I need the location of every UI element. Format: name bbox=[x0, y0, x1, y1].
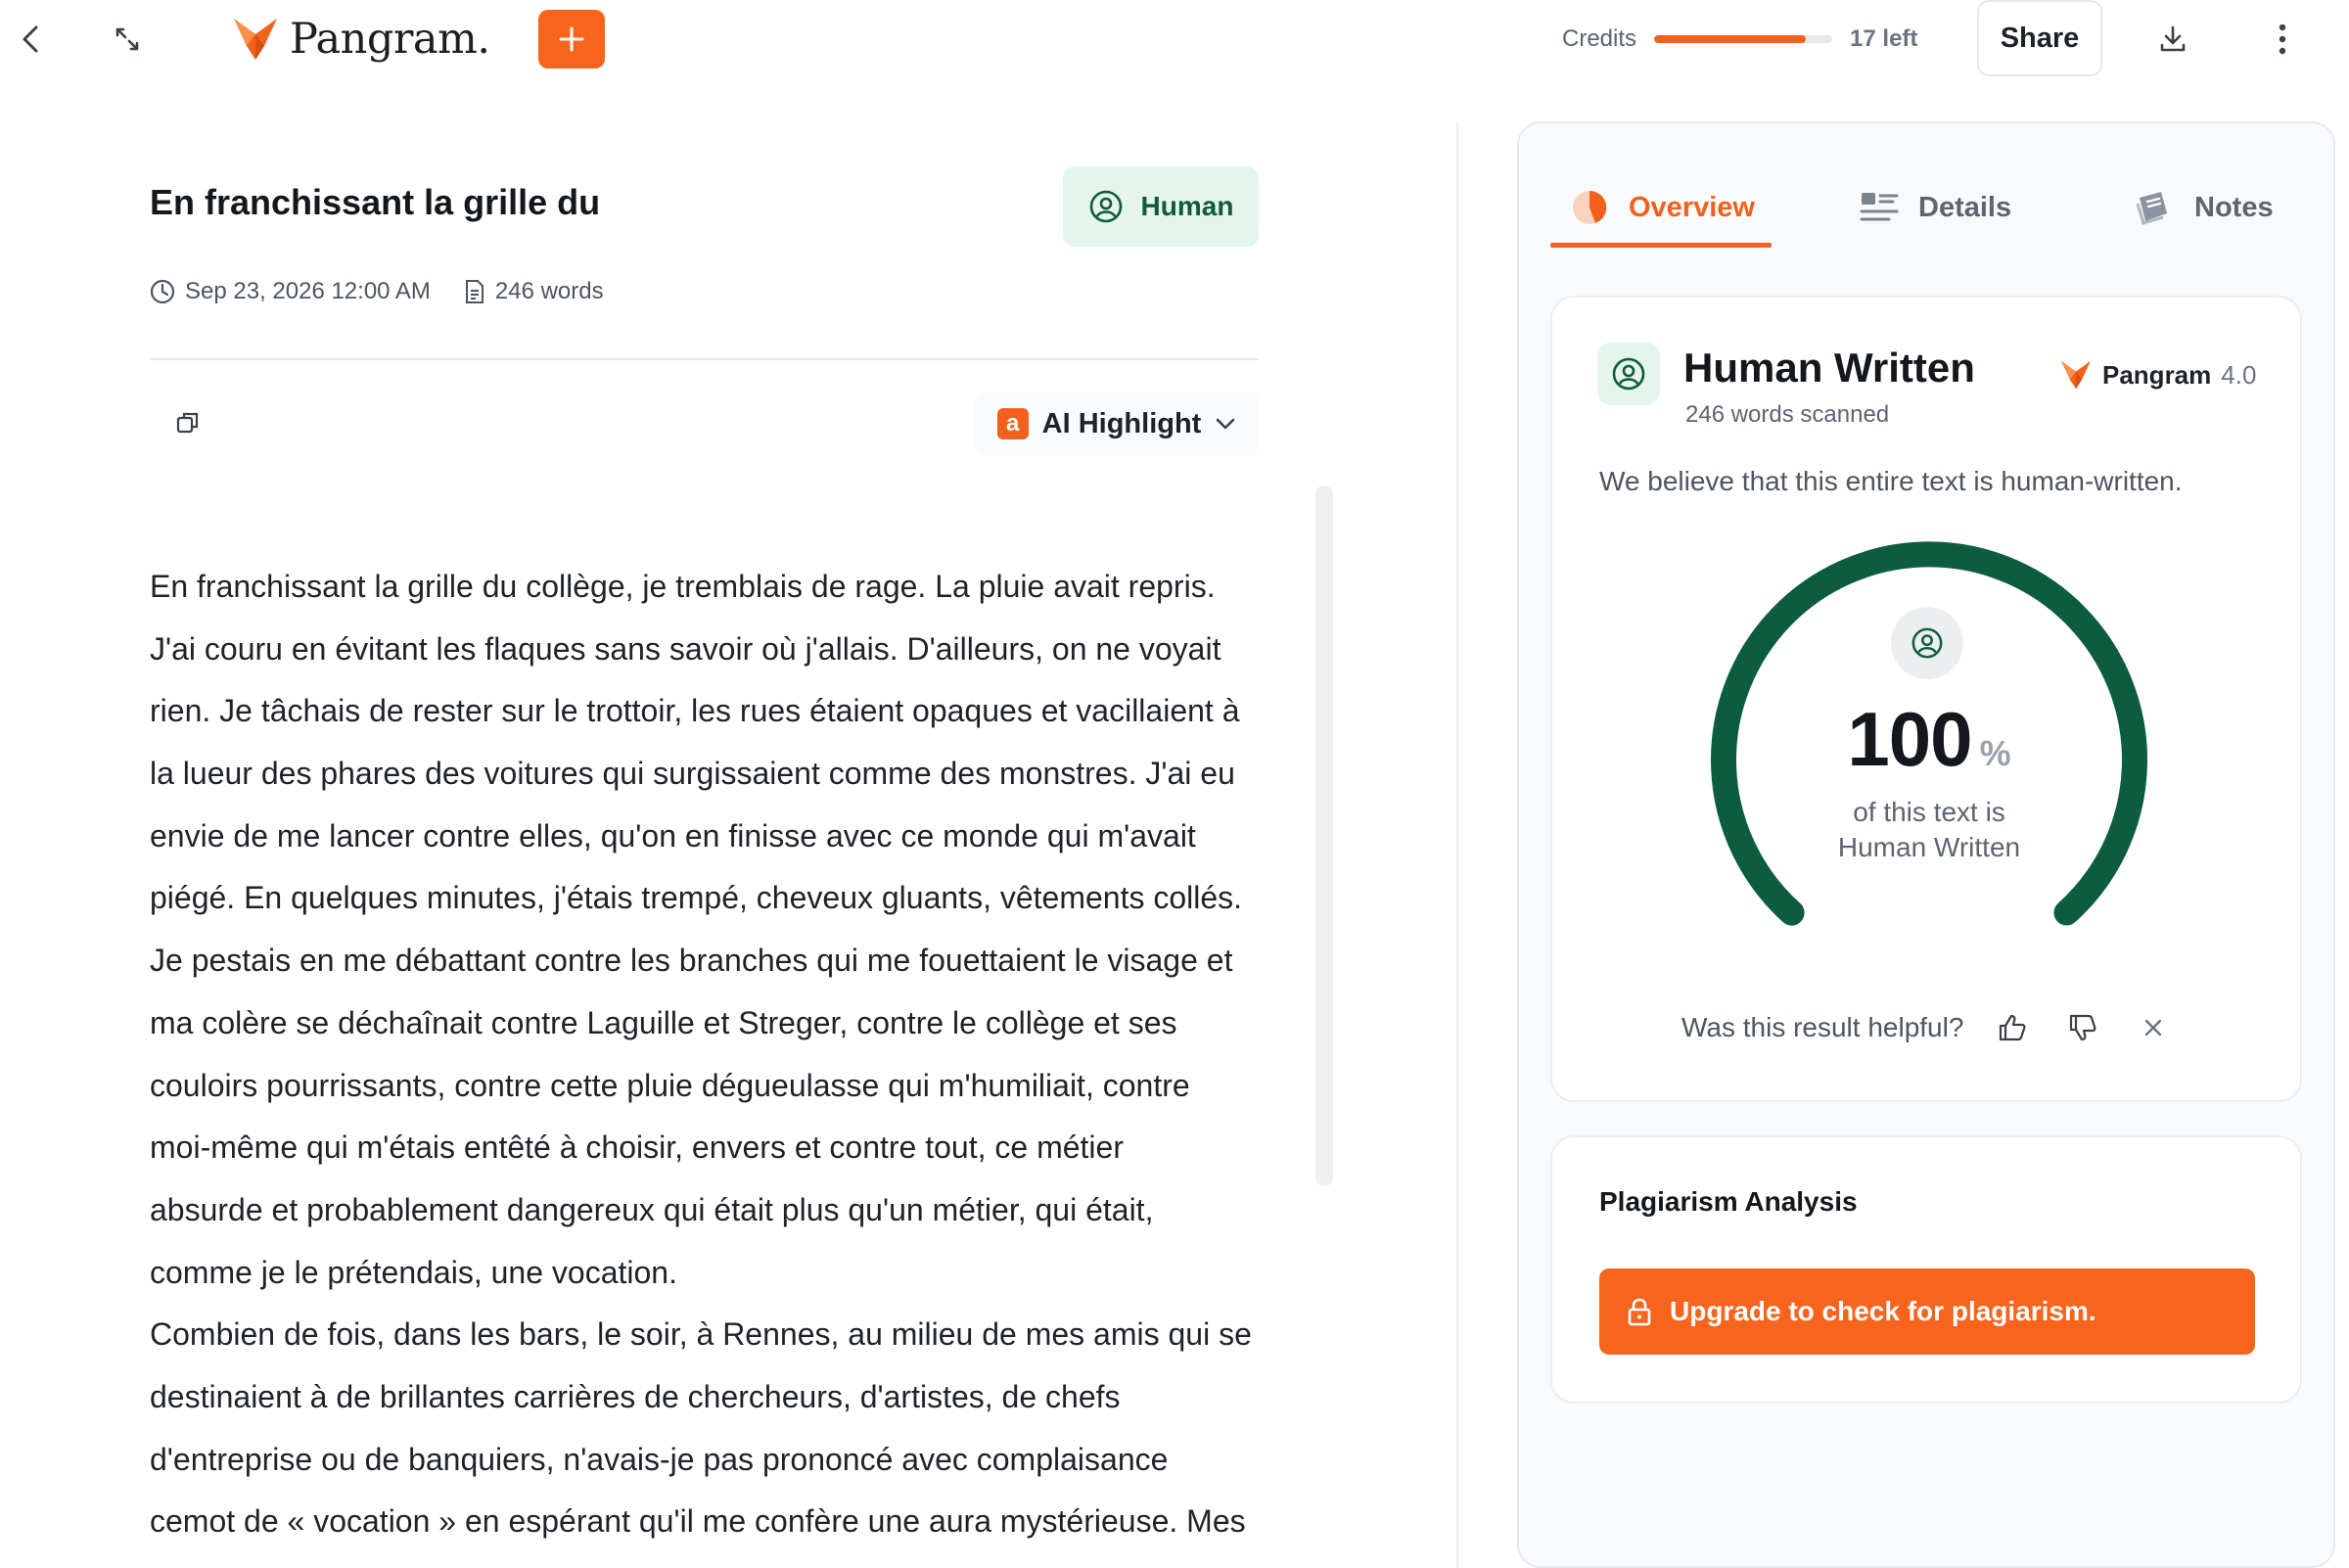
gauge-value: 100 % bbox=[1699, 695, 2159, 784]
tab-details[interactable]: Details bbox=[1860, 166, 2011, 249]
expand-button[interactable] bbox=[104, 16, 151, 63]
gauge-percent-sign: % bbox=[1979, 733, 2011, 773]
document-line: Combien de fois, dans les bars, le soir,… bbox=[150, 1316, 1252, 1353]
back-button[interactable] bbox=[8, 16, 55, 63]
feedback-prompt: Was this result helpful? bbox=[1681, 1012, 1964, 1042]
document-line: rien. Je tâchais de rester sur le trotto… bbox=[150, 693, 1240, 729]
document-line: comme je le prétendais, une vocation. bbox=[150, 1254, 677, 1290]
document-title: En franchissant la grille du bbox=[150, 182, 601, 222]
tab-notes[interactable]: Notes bbox=[2134, 166, 2274, 249]
credits-progress-bar bbox=[1654, 35, 1833, 43]
close-icon bbox=[2145, 1019, 2162, 1037]
document-line: envie de me lancer contre elles, qu'on e… bbox=[150, 817, 1196, 853]
result-belief: We believe that this entire text is huma… bbox=[1599, 466, 2183, 496]
document-line: Je pestais en me débattant contre les br… bbox=[150, 943, 1233, 979]
active-tab-indicator bbox=[1550, 243, 1772, 248]
model-name: Pangram bbox=[2102, 359, 2212, 390]
top-bar: Pangram. Credits 17 left Share bbox=[0, 0, 2349, 78]
document-line: la lueur des phares des voitures qui sur… bbox=[150, 756, 1235, 792]
copy-button[interactable] bbox=[164, 399, 211, 446]
document-scrollbar[interactable] bbox=[1315, 485, 1333, 1186]
document-icon bbox=[465, 280, 484, 303]
document-line: d'entreprise ou de banquiers, n'avais-je… bbox=[150, 1441, 1169, 1477]
user-circle-icon bbox=[1612, 357, 1645, 391]
ai-highlight-label: AI Highlight bbox=[1041, 407, 1202, 439]
brand-name: Pangram. bbox=[290, 15, 490, 64]
fox-logo-icon bbox=[234, 19, 277, 60]
model-info: Pangram 4.0 bbox=[2059, 358, 2256, 392]
pane-divider bbox=[1456, 121, 1458, 1568]
chevron-down-icon bbox=[1217, 418, 1235, 430]
credits-meter: Credits 17 left bbox=[1562, 22, 1917, 57]
upgrade-plagiarism-button[interactable]: Upgrade to check for plagiarism. bbox=[1599, 1268, 2255, 1355]
credits-label: Credits bbox=[1562, 25, 1637, 52]
feedback-row: Was this result helpful? bbox=[1681, 1004, 2175, 1051]
thumbs-down-button[interactable] bbox=[2061, 1006, 2104, 1049]
result-title: Human Written bbox=[1683, 345, 1975, 391]
more-vertical-icon bbox=[2279, 23, 2286, 55]
gauge-caption-line1: of this text is bbox=[1853, 797, 2005, 827]
ai-highlight-badge: a bbox=[996, 408, 1029, 439]
model-version: 4.0 bbox=[2221, 359, 2257, 390]
thumbs-up-icon bbox=[2000, 1014, 2026, 1041]
results-tabs: Overview Details Notes bbox=[1550, 166, 2302, 249]
tab-overview[interactable]: Overview bbox=[1570, 166, 1755, 249]
download-icon bbox=[2160, 25, 2186, 52]
human-badge: Human bbox=[1063, 166, 1259, 247]
credits-remaining: 17 left bbox=[1850, 25, 1918, 52]
chevron-left-icon bbox=[23, 25, 38, 53]
download-button[interactable] bbox=[2149, 16, 2196, 63]
tab-notes-label: Notes bbox=[2194, 191, 2274, 223]
credits-progress-fill bbox=[1654, 35, 1806, 43]
gauge-caption-line2: Human Written bbox=[1837, 832, 2021, 862]
user-circle-icon bbox=[1911, 627, 1943, 659]
document-line: destinaient à de brillantes carrières de… bbox=[150, 1378, 1121, 1414]
new-document-button[interactable] bbox=[538, 10, 605, 69]
list-icon bbox=[1860, 193, 1899, 221]
gauge-caption: of this text is Human Written bbox=[1699, 795, 2159, 865]
ai-highlight-dropdown[interactable]: a AI Highlight bbox=[975, 392, 1259, 456]
word-count-text: 246 words bbox=[494, 278, 604, 304]
document-line: couloirs pourrissants, contre cette plui… bbox=[150, 1067, 1190, 1103]
thumbs-down-icon bbox=[2070, 1014, 2096, 1041]
thumbs-up-button[interactable] bbox=[1991, 1006, 2034, 1049]
document-line: ma colère se déchaînait contre Laguille … bbox=[150, 1004, 1177, 1040]
upgrade-plagiarism-label: Upgrade to check for plagiarism. bbox=[1670, 1296, 2096, 1326]
document-text: En franchissant la grille du collège, je… bbox=[150, 556, 1275, 1553]
document-divider bbox=[150, 358, 1259, 360]
document-line: absurde et probablement dangereux qui ét… bbox=[150, 1191, 1154, 1227]
document-word-count: 246 words bbox=[464, 278, 604, 305]
plus-icon bbox=[559, 26, 584, 52]
document-line: En franchissant la grille du collège, je… bbox=[150, 569, 1216, 604]
pangram-logo[interactable]: Pangram. bbox=[231, 10, 490, 69]
human-badge-label: Human bbox=[1140, 191, 1234, 221]
lock-icon bbox=[1628, 1298, 1651, 1326]
plagiarism-title: Plagiarism Analysis bbox=[1599, 1186, 1858, 1217]
document-line: moi-même qui m'étais entêté à choisir, e… bbox=[150, 1130, 1124, 1166]
note-icon bbox=[2136, 192, 2167, 225]
user-circle-icon bbox=[1089, 190, 1122, 223]
document-line: piégé. En quelques minutes, j'étais trem… bbox=[150, 880, 1243, 916]
copy-icon bbox=[176, 412, 199, 434]
result-subtitle: 246 words scanned bbox=[1685, 401, 1890, 428]
gauge-percent: 100 bbox=[1847, 696, 1972, 782]
tab-details-label: Details bbox=[1918, 191, 2012, 223]
pie-chart-icon bbox=[1573, 190, 1607, 224]
share-button[interactable]: Share bbox=[1977, 0, 2102, 76]
document-date-text: Sep 23, 2026 12:00 AM bbox=[185, 278, 431, 304]
document-line: J'ai couru en évitant les flaques sans s… bbox=[150, 630, 1221, 667]
document-meta: Sep 23, 2026 12:00 AM 246 words bbox=[150, 278, 604, 305]
fox-logo-icon bbox=[2061, 360, 2091, 390]
gauge-user-icon-wrap bbox=[1891, 607, 1963, 679]
result-type-icon-wrap bbox=[1597, 343, 1660, 405]
expand-icon bbox=[115, 27, 139, 51]
document-line: cemot de « vocation » en espérant qu'il … bbox=[150, 1503, 1246, 1540]
document-date: Sep 23, 2026 12:00 AM bbox=[150, 278, 431, 305]
dismiss-feedback-button[interactable] bbox=[2132, 1006, 2175, 1049]
more-options-button[interactable] bbox=[2259, 16, 2306, 63]
tab-overview-label: Overview bbox=[1629, 191, 1755, 223]
clock-icon bbox=[150, 279, 175, 304]
